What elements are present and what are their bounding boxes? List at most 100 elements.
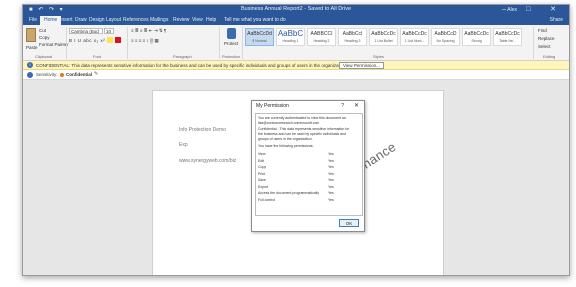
tab-references[interactable]: References	[123, 17, 149, 23]
paste-icon[interactable]	[26, 28, 36, 42]
sensitivity-bar: Sensitivity: Confidential ✎	[23, 70, 569, 80]
clipboard-group-label: Clipboard	[35, 54, 53, 59]
style-item[interactable]: AaBbCcD No Spacing	[431, 28, 460, 46]
style-item[interactable]: AaBbCcDc Table He...	[493, 28, 522, 46]
style-name: Heading 2	[313, 39, 330, 43]
help-icon[interactable]: ?	[341, 103, 344, 109]
dialog-title: My Permission	[256, 103, 289, 109]
font-family-select[interactable]: Cambria (Bod	[69, 28, 103, 34]
tell-me-search[interactable]: Tell me what you want to do	[224, 17, 286, 23]
style-name: Heading 1	[282, 39, 299, 43]
style-item[interactable]: AaBbCcI Heading 3	[338, 28, 367, 46]
protect-button[interactable]: Protect	[224, 41, 238, 46]
screenshot-stage: ■ ↶ ↷ ▾ Business Annual Report2 - Saved …	[0, 0, 576, 287]
permission-row: View Yes	[258, 152, 362, 157]
dialog-intro-line: the business and can be used by specific…	[258, 132, 346, 136]
edit-pencil-icon[interactable]: ✎	[94, 71, 98, 77]
permission-value: Yes	[328, 152, 334, 156]
dialog-intro-line: groups of users in the organization.	[258, 137, 313, 141]
ribbon-divider	[219, 27, 220, 59]
permission-value: Yes	[328, 197, 334, 202]
permission-name: Edit	[258, 158, 265, 163]
style-name: Table He...	[499, 39, 516, 43]
style-sample: AaBbCcDc	[402, 31, 427, 37]
copy-button[interactable]: Copy	[39, 35, 50, 40]
ribbon-tabs: File Home Insert Draw Design Layout References…	[23, 16, 569, 25]
style-sample: AaBbCcI	[342, 31, 363, 37]
info-bar-message: CONFIDENTIAL: This data represents sensi…	[36, 63, 348, 68]
format-painter-button[interactable]: Format Painter	[39, 42, 69, 47]
sensitivity-value[interactable]: Confidential	[66, 72, 92, 77]
style-name: 1 List Num...	[404, 39, 425, 43]
permission-name: Full control	[258, 197, 276, 202]
style-item[interactable]: AaBbCcDc Strong	[462, 28, 491, 46]
find-button[interactable]: Find	[538, 28, 547, 33]
view-permission-button[interactable]: View Permission...	[339, 62, 384, 69]
permission-value: Yes	[328, 184, 334, 189]
style-name: No Spacing	[436, 39, 455, 43]
tab-help[interactable]: Help	[206, 17, 216, 23]
share-button[interactable]: Share	[550, 17, 563, 23]
ok-button[interactable]: OK	[339, 219, 359, 227]
style-name: Heading 3	[344, 39, 361, 43]
tab-layout[interactable]: Layout	[106, 17, 121, 23]
style-sample: AaBbCcD	[434, 31, 457, 37]
my-permission-dialog: My Permission ? ✕ You are currently auth…	[251, 100, 365, 232]
editing-group-label: Editing	[543, 54, 556, 59]
permission-value: Yes	[328, 171, 334, 176]
ribbon-divider	[242, 27, 243, 59]
window-controls[interactable]: – □ ✕	[502, 5, 565, 13]
protect-icon[interactable]	[227, 28, 236, 39]
dialog-intro-line: You are currently authenticated to view …	[258, 116, 347, 120]
permission-value: Yes	[328, 178, 334, 182]
style-name: ¶ Normal	[252, 39, 267, 43]
paste-button[interactable]: Paste	[26, 45, 38, 50]
highlight-icon[interactable]	[107, 37, 113, 43]
doc-line: Info Protection Demo	[179, 127, 226, 133]
ribbon-divider	[66, 27, 67, 59]
tab-draw[interactable]: Draw	[75, 17, 87, 23]
permission-row: Full control Yes	[258, 198, 362, 203]
permission-name: Copy	[258, 165, 267, 169]
tab-insert[interactable]: Insert	[60, 17, 73, 23]
tab-view[interactable]: View	[192, 17, 203, 23]
paragraph-list-buttons[interactable]: ≡ ≣ ≡ ≣ ⇤ ⇥ ⇅ ¶	[131, 28, 166, 34]
permission-row: Access the document programmatically Yes	[258, 191, 362, 196]
confidential-info-bar: i CONFIDENTIAL: This data represents sen…	[23, 61, 569, 70]
paragraph-align-buttons[interactable]: ≡ ≡ ≡ ≡ ↕ ▒ ▦	[131, 38, 159, 44]
close-icon[interactable]: ✕	[354, 102, 359, 109]
sensitivity-icon	[27, 72, 33, 78]
tab-mailings[interactable]: Mailings	[150, 17, 168, 23]
dialog-user-email: lisa@contosoresearch.onmicrosoft.com	[258, 121, 320, 125]
font-size-select[interactable]: 10	[104, 28, 114, 34]
font-color-icon[interactable]	[115, 37, 121, 43]
select-button[interactable]: Select	[538, 44, 551, 49]
style-item[interactable]: AaBbCcDc 1 List Bullet	[369, 28, 398, 46]
style-name: 1 List Bullet	[374, 39, 393, 43]
permission-row: Export Yes	[258, 185, 362, 190]
tab-file[interactable]: File	[29, 17, 37, 23]
style-item[interactable]: AaBbCcDc 1 List Num...	[400, 28, 429, 46]
title-bar: ■ ↶ ↷ ▾ Business Annual Report2 - Saved …	[23, 5, 569, 16]
ribbon-divider	[533, 27, 534, 59]
style-item[interactable]: AABBCCI Heading 2	[307, 28, 336, 46]
font-format-buttons[interactable]: B I U abc x₂ x² A	[69, 38, 110, 43]
font-group-label: Font	[93, 54, 102, 59]
permission-row: Print Yes	[258, 172, 362, 177]
style-item[interactable]: AaBbC Heading 1	[276, 28, 305, 46]
tab-home[interactable]: Home	[40, 16, 62, 25]
permission-row: Edit Yes	[258, 159, 362, 164]
tab-design[interactable]: Design	[89, 17, 105, 23]
document-canvas: Info Protection Demo Exp www.synergyweb.…	[23, 80, 569, 275]
sensitivity-dot-icon	[60, 73, 64, 77]
permission-name: Save	[258, 178, 266, 182]
permission-name: View	[258, 152, 266, 156]
word-window: ■ ↶ ↷ ▾ Business Annual Report2 - Saved …	[22, 4, 570, 276]
tab-review[interactable]: Review	[173, 17, 189, 23]
style-name: Strong	[471, 39, 482, 43]
replace-button[interactable]: Replace	[538, 36, 555, 41]
cut-button[interactable]: Cut	[39, 28, 46, 33]
document-page[interactable]: Info Protection Demo Exp www.synergyweb.…	[152, 90, 444, 275]
style-item[interactable]: AaBbCcDd ¶ Normal	[245, 28, 274, 46]
permission-row: Copy Yes	[258, 165, 362, 170]
